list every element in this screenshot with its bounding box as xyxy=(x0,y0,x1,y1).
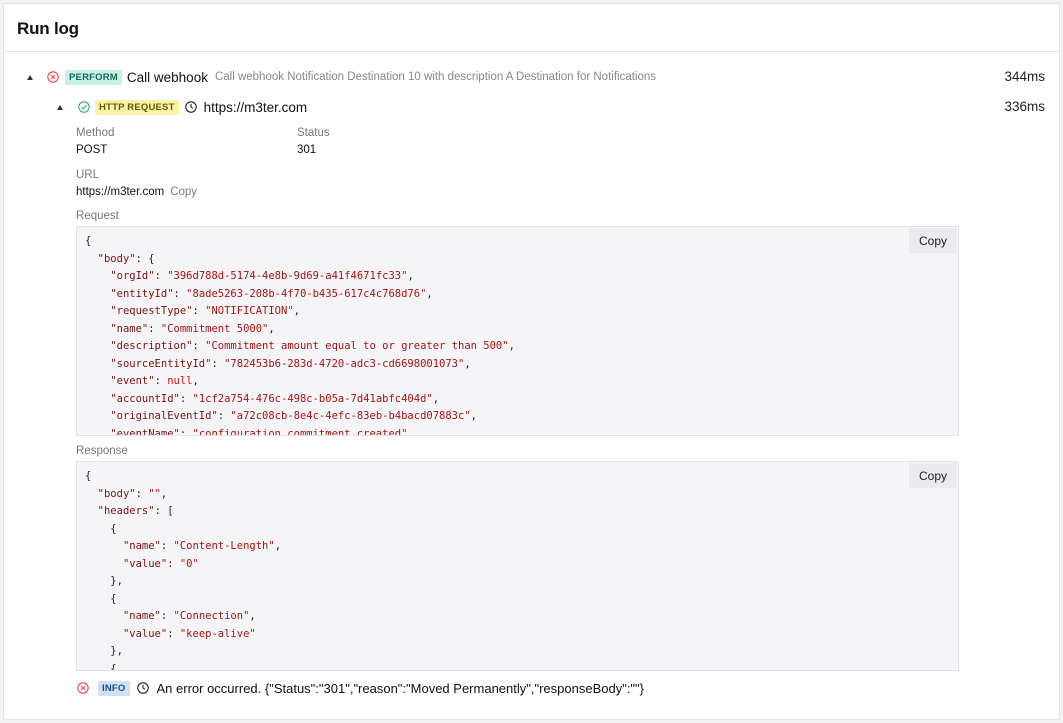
panel-header: Run log xyxy=(4,4,1059,52)
info-step-row: INFO An error occurred. {"Status":"301",… xyxy=(77,680,644,696)
perform-badge: PERFORM xyxy=(65,69,122,85)
url-value: https://m3ter.com xyxy=(76,186,165,198)
response-label: Response xyxy=(76,445,128,457)
clock-icon xyxy=(184,101,197,113)
success-circle-icon xyxy=(78,101,90,113)
http-duration: 336ms xyxy=(1004,99,1045,114)
response-code-line: }, xyxy=(85,645,123,657)
request-code-line: "description": "Commitment amount equal … xyxy=(110,340,515,352)
request-code-line: { xyxy=(85,235,92,247)
request-code-block[interactable]: { "body": { "orgId": "396d788d-5174-4e8b… xyxy=(76,226,959,436)
request-code-line: "orgId": "396d788d-5174-4e8b-9d69-a41f46… xyxy=(110,270,414,282)
response-json: { "body": "", "headers": [ { "name": "Co… xyxy=(77,462,958,671)
response-code-block[interactable]: { "body": "", "headers": [ { "name": "Co… xyxy=(76,461,959,671)
response-code-line: "value": "keep-alive" xyxy=(122,627,256,640)
run-log-panel: Run log PERFORM Call webhook Call webhoo… xyxy=(3,3,1060,720)
clock-icon xyxy=(136,682,149,694)
status-label: Status xyxy=(297,127,330,139)
step-title: Call webhook xyxy=(126,69,208,85)
response-code-line: { xyxy=(85,662,117,671)
copy-response-button[interactable]: Copy xyxy=(909,463,957,488)
http-request-url-title: https://m3ter.com xyxy=(203,99,308,115)
method-label: Method xyxy=(76,127,115,139)
status-value: 301 xyxy=(297,144,317,156)
response-code-line: "headers": [ xyxy=(97,505,174,517)
response-code-line: { xyxy=(85,522,117,535)
request-code-line: "accountId": "1cf2a754-476c-498c-b05a-7d… xyxy=(110,392,440,405)
response-code-line: "name": "Content-Length", xyxy=(122,540,282,552)
collapse-caret-icon[interactable] xyxy=(27,74,33,80)
response-code-line: }, xyxy=(85,575,123,587)
request-code-line: "originalEventId": "a72c08cb-8e4c-4efc-8… xyxy=(110,410,477,422)
perform-step-row[interactable]: PERFORM Call webhook Call webhook Notifi… xyxy=(27,69,656,85)
response-code-line: "name": "Connection", xyxy=(122,610,256,622)
error-circle-icon xyxy=(47,71,59,83)
request-code-line: "name": "Commitment 5000", xyxy=(110,322,275,335)
response-code-line: "body": "", xyxy=(97,487,168,500)
request-code-line: "entityId": "8ade5263-208b-4f70-b435-617… xyxy=(110,287,433,300)
request-code-line: "requestType": "NOTIFICATION", xyxy=(110,305,300,317)
response-code-line: { xyxy=(85,470,92,482)
copy-url-link[interactable]: Copy xyxy=(170,186,197,198)
response-code-line: "value": "0" xyxy=(122,557,199,570)
http-request-badge: HTTP REQUEST xyxy=(95,99,179,115)
url-label: URL xyxy=(76,169,100,181)
info-badge: INFO xyxy=(98,680,130,696)
info-message: An error occurred. {"Status":"301","reas… xyxy=(156,680,645,696)
method-value: POST xyxy=(76,144,108,156)
request-code-line: "eventName": "configuration.commitment.c… xyxy=(110,427,414,436)
page-title: Run log xyxy=(17,19,79,38)
step-description: Call webhook Notification Destination 10… xyxy=(214,71,657,83)
request-code-line: "event": null, xyxy=(110,375,199,387)
request-json: { "body": { "orgId": "396d788d-5174-4e8b… xyxy=(77,227,958,436)
request-code-line: "body": { xyxy=(97,252,155,265)
response-code-line: { xyxy=(85,592,117,605)
error-circle-icon xyxy=(77,682,89,694)
http-request-step-row[interactable]: HTTP REQUEST https://m3ter.com xyxy=(57,99,307,115)
request-label: Request xyxy=(76,210,119,222)
collapse-caret-icon[interactable] xyxy=(57,104,63,110)
perform-duration: 344ms xyxy=(1004,69,1045,84)
request-code-line: "sourceEntityId": "782453b6-283d-4720-ad… xyxy=(110,357,471,370)
url-field: https://m3ter.com Copy xyxy=(76,186,197,198)
copy-request-button[interactable]: Copy xyxy=(909,228,957,253)
